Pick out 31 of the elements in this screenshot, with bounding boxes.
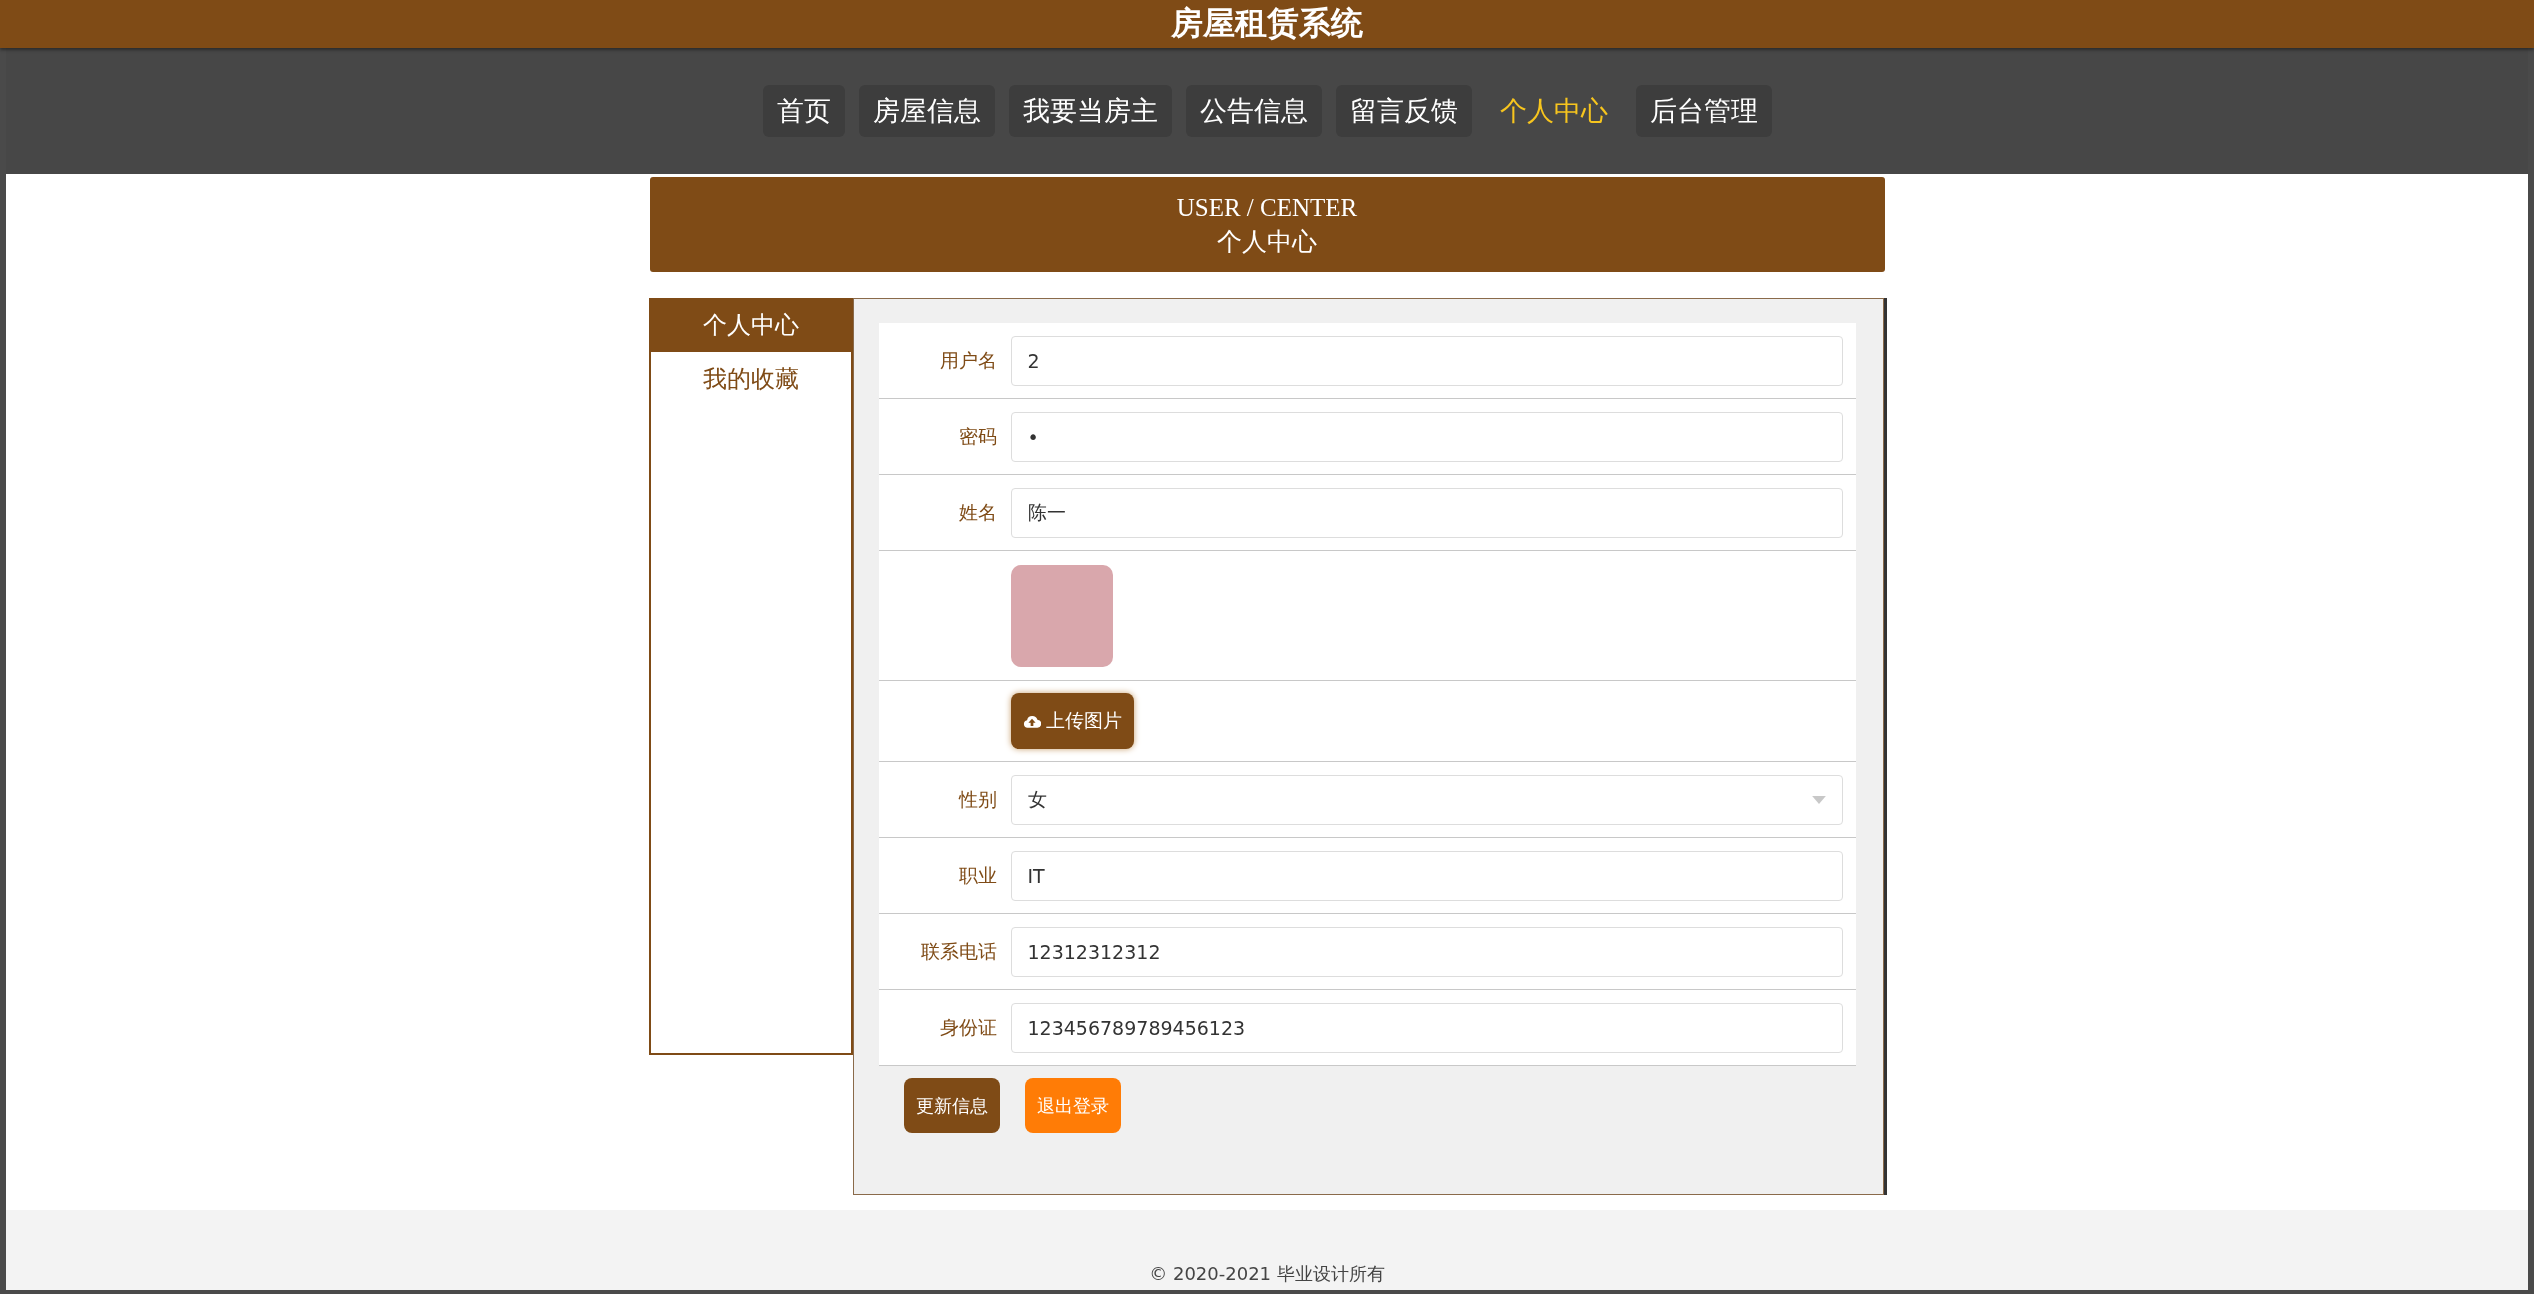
input-field[interactable]: 陈一 (1010, 487, 1843, 538)
input-field[interactable]: 12312312312 (1010, 926, 1843, 977)
input-field[interactable]: IT (1010, 850, 1843, 901)
field-label: 职业 (958, 863, 997, 886)
field-label: 密码 (958, 424, 997, 447)
nav-link[interactable]: 留言反馈 (1335, 85, 1472, 137)
nav-link[interactable]: 房屋信息 (858, 85, 995, 137)
field-label: 联系电话 (920, 939, 997, 962)
cloud-upload-icon (1022, 714, 1041, 728)
sidebar-item[interactable]: 我的收藏 (650, 352, 851, 406)
nav-link[interactable]: 首页 (762, 85, 845, 137)
nav-link[interactable]: 我要当房主 (1008, 85, 1172, 137)
upload-button[interactable]: 上传图片 (1010, 693, 1134, 749)
field-label: 身份证 (939, 1015, 997, 1038)
select-field[interactable]: 女 (1010, 774, 1843, 825)
copyright-text: © 2020-2021 毕业设计所有 (1149, 1262, 1385, 1286)
nav-link[interactable]: 公告信息 (1185, 85, 1322, 137)
update-button[interactable]: 更新信息 (903, 1078, 1000, 1133)
input-field[interactable]: • (1010, 411, 1843, 462)
banner-title: USER / CENTER (1176, 192, 1358, 223)
field-label: 姓名 (958, 500, 997, 523)
site-title: 房屋租赁系统 (1171, 3, 1363, 44)
caret-icon (1811, 795, 1826, 804)
field-label: 性别 (958, 787, 997, 810)
input-field[interactable]: 123456789789456123 (1010, 1002, 1843, 1053)
banner-subtitle: 个人中心 (1217, 226, 1317, 257)
sidebar-item[interactable]: 个人中心 (650, 298, 851, 352)
nav-link[interactable]: 后台管理 (1635, 85, 1772, 137)
field-label: 用户名 (939, 348, 997, 371)
nav-link[interactable]: 个人中心 (1485, 85, 1622, 137)
input-field[interactable]: 2 (1010, 335, 1843, 386)
